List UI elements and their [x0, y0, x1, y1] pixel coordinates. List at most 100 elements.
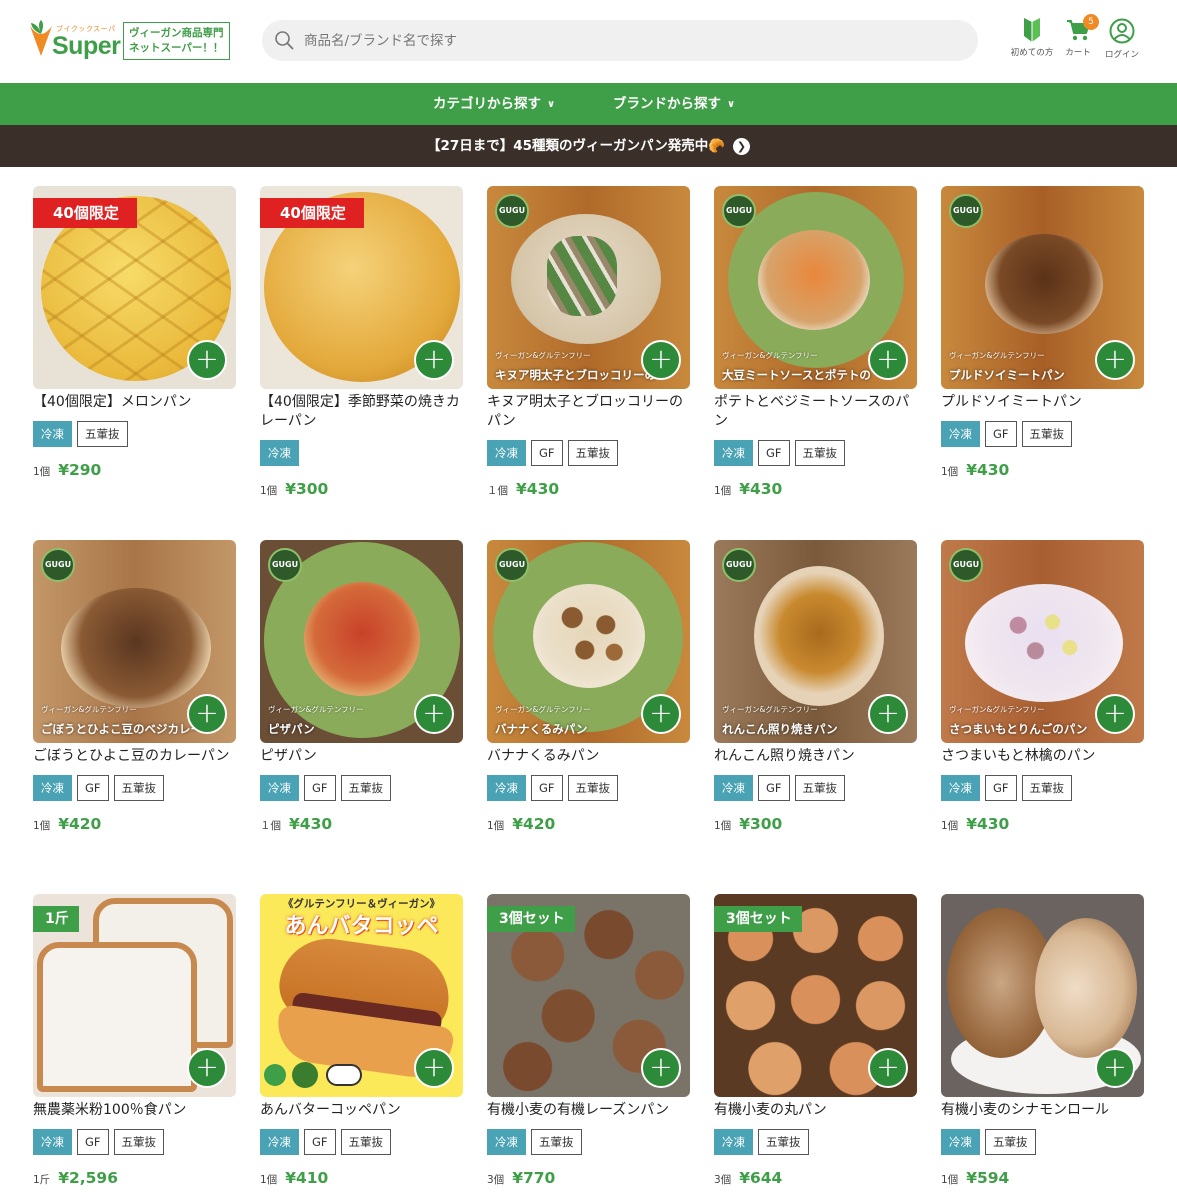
product-ribbon: 40個限定: [33, 198, 137, 228]
product-qty: 1個: [941, 1174, 959, 1186]
search-input[interactable]: [304, 20, 964, 61]
add-to-cart-button[interactable]: +: [1095, 340, 1135, 380]
search-bar[interactable]: [262, 20, 978, 61]
tag-frozen: 冷凍: [260, 1129, 299, 1155]
add-to-cart-button[interactable]: +: [187, 340, 227, 380]
product-name[interactable]: 【40個限定】メロンパン: [33, 393, 236, 412]
add-to-cart-button[interactable]: +: [641, 694, 681, 734]
image-product-caption: キヌア明太子とブロッコリーの: [495, 368, 656, 382]
product-name[interactable]: バナナくるみパン: [487, 747, 690, 766]
product-name[interactable]: ピザパン: [260, 747, 463, 766]
add-to-cart-button[interactable]: +: [641, 340, 681, 380]
login-label: ログイン: [1104, 50, 1139, 60]
beginner-link[interactable]: 初めての方: [1007, 18, 1057, 64]
chevron-down-icon: ∨: [547, 99, 556, 110]
product-name[interactable]: プルドソイミートパン: [941, 393, 1144, 412]
product-card[interactable]: GUGU ヴィーガン&グルテンフリー プルドソイミートパン + プルドソイミート…: [941, 186, 1144, 482]
product-card[interactable]: GUGU ヴィーガン&グルテンフリー れんこん照り焼きパン + れんこん照り焼き…: [714, 540, 917, 836]
add-to-cart-button[interactable]: +: [868, 1048, 908, 1088]
product-image[interactable]: 3個セット +: [714, 894, 917, 1097]
product-card[interactable]: GUGU ヴィーガン&グルテンフリー さつまいもとりんごのパン + さつまいもと…: [941, 540, 1144, 836]
add-to-cart-button[interactable]: +: [868, 694, 908, 734]
product-image[interactable]: GUGU ヴィーガン&グルテンフリー プルドソイミートパン +: [941, 186, 1144, 389]
product-image[interactable]: GUGU ヴィーガン&グルテンフリー キヌア明太子とブロッコリーの +: [487, 186, 690, 389]
product-price-row: 1個 ¥430: [714, 479, 917, 501]
add-to-cart-button[interactable]: +: [1095, 694, 1135, 734]
product-name[interactable]: さつまいもと林檎のパン: [941, 747, 1144, 766]
product-card[interactable]: GUGU ヴィーガン&グルテンフリー バナナくるみパン + バナナくるみパン 冷…: [487, 540, 690, 836]
image-product-caption: ピザパン: [268, 722, 315, 736]
product-price: ¥2,596: [58, 1169, 119, 1187]
product-qty: 1個: [941, 820, 959, 832]
product-name[interactable]: れんこん照り焼きパン: [714, 747, 917, 766]
product-image[interactable]: GUGU ヴィーガン&グルテンフリー さつまいもとりんごのパン +: [941, 540, 1144, 743]
tag-gf: GF: [531, 775, 563, 801]
add-to-cart-button[interactable]: +: [187, 694, 227, 734]
nav-category-dropdown[interactable]: カテゴリから探す ∨: [433, 83, 555, 125]
tag-gokun: 五葷抜: [794, 775, 846, 801]
product-qty: 1個: [33, 466, 51, 478]
product-name[interactable]: 無農薬米粉100％食パン: [33, 1101, 236, 1120]
product-card[interactable]: 3個セット + 有機小麦の有機レーズンパン 冷凍 五葷抜 3個 ¥770: [487, 894, 690, 1190]
product-image[interactable]: 40個限定 +: [260, 186, 463, 389]
promo-banner[interactable]: 【27日まで】45種類のヴィーガンパン発売中🥐 ❯: [0, 125, 1177, 167]
product-price: ¥644: [739, 1169, 783, 1187]
login-link[interactable]: ログイン: [1097, 18, 1147, 64]
gugu-brand-badge: GUGU: [495, 548, 529, 582]
product-image[interactable]: 40個限定 +: [33, 186, 236, 389]
product-image[interactable]: GUGU ヴィーガン&グルテンフリー ピザパン +: [260, 540, 463, 743]
product-image[interactable]: GUGU ヴィーガン&グルテンフリー ごぼうとひよこ豆のベジカレー +: [33, 540, 236, 743]
product-card[interactable]: 3個セット + 有機小麦の丸パン 冷凍 五葷抜 3個 ¥644: [714, 894, 917, 1190]
add-to-cart-button[interactable]: +: [414, 1048, 454, 1088]
product-image[interactable]: 3個セット +: [487, 894, 690, 1097]
add-to-cart-button[interactable]: +: [414, 694, 454, 734]
product-image[interactable]: GUGU ヴィーガン&グルテンフリー れんこん照り焼きパン +: [714, 540, 917, 743]
product-price: ¥300: [739, 815, 783, 833]
tag-gokun: 五葷抜: [567, 440, 619, 466]
product-name[interactable]: 有機小麦の丸パン: [714, 1101, 917, 1120]
add-to-cart-button[interactable]: +: [868, 340, 908, 380]
product-card[interactable]: GUGU ヴィーガン&グルテンフリー キヌア明太子とブロッコリーの + キヌア明…: [487, 186, 690, 501]
product-price-row: 1個 ¥290: [33, 460, 236, 482]
product-image[interactable]: GUGU ヴィーガン&グルテンフリー 大豆ミートソースとポテトの +: [714, 186, 917, 389]
product-tags: 冷凍 GF 五葷抜: [260, 1129, 463, 1155]
product-name[interactable]: あんバターコッペパン: [260, 1101, 463, 1120]
product-name[interactable]: 有機小麦のシナモンロール: [941, 1101, 1144, 1120]
product-card[interactable]: 40個限定 + 【40個限定】メロンパン 冷凍 五葷抜 1個 ¥290: [33, 186, 236, 482]
product-name[interactable]: ごぼうとひよこ豆のカレーパン: [33, 747, 236, 766]
product-name[interactable]: ポテトとベジミートソースのパン: [714, 393, 917, 431]
product-price: ¥770: [512, 1169, 556, 1187]
product-card[interactable]: 1斤 + 無農薬米粉100％食パン 冷凍 GF 五葷抜 1斤 ¥2,596: [33, 894, 236, 1190]
product-name[interactable]: 有機小麦の有機レーズンパン: [487, 1101, 690, 1120]
product-image[interactable]: GUGU ヴィーガン&グルテンフリー バナナくるみパン +: [487, 540, 690, 743]
product-card[interactable]: + 有機小麦のシナモンロール 冷凍 五葷抜 1個 ¥594: [941, 894, 1144, 1190]
product-card[interactable]: 40個限定 + 【40個限定】季節野菜の焼きカレーパン 冷凍 1個 ¥300: [260, 186, 463, 501]
product-price: ¥420: [58, 815, 102, 833]
image-product-caption: プルドソイミートパン: [949, 368, 1065, 382]
image-brand-caption: ヴィーガン&グルテンフリー: [949, 351, 1045, 360]
product-card[interactable]: GUGU ヴィーガン&グルテンフリー ごぼうとひよこ豆のベジカレー + ごぼうと…: [33, 540, 236, 836]
cart-link[interactable]: 5 カート: [1053, 14, 1103, 64]
product-card[interactable]: GUGU ヴィーガン&グルテンフリー 大豆ミートソースとポテトの + ポテトとベ…: [714, 186, 917, 501]
product-card[interactable]: 《グルテンフリー＆ヴィーガン》 あんバタコッペ + あんバターコッペパン 冷凍 G…: [260, 894, 463, 1190]
product-name[interactable]: キヌア明太子とブロッコリーのパン: [487, 393, 690, 431]
add-to-cart-button[interactable]: +: [187, 1048, 227, 1088]
add-to-cart-button[interactable]: +: [641, 1048, 681, 1088]
product-image[interactable]: 《グルテンフリー＆ヴィーガン》 あんバタコッペ +: [260, 894, 463, 1097]
image-brand-caption: ヴィーガン&グルテンフリー: [495, 705, 591, 714]
tag-gokun: 五葷抜: [758, 1129, 809, 1155]
tagline-box: ヴィーガン商品専門 ネットスーパー！！: [123, 22, 230, 60]
product-image[interactable]: 1斤 +: [33, 894, 236, 1097]
site-logo[interactable]: ブイクックスーパー Super: [28, 20, 121, 62]
nav-brand-dropdown[interactable]: ブランドから探す ∨: [613, 83, 735, 125]
product-price: ¥430: [966, 461, 1010, 479]
add-to-cart-button[interactable]: +: [1095, 1048, 1135, 1088]
product-tags: 冷凍 GF 五葷抜: [33, 1129, 236, 1155]
product-tags: 冷凍 GF 五葷抜: [260, 775, 463, 801]
product-card[interactable]: GUGU ヴィーガン&グルテンフリー ピザパン + ピザパン 冷凍 GF 五葷抜 １…: [260, 540, 463, 836]
vegan-icon: [292, 1062, 318, 1088]
product-name[interactable]: 【40個限定】季節野菜の焼きカレーパン: [260, 393, 463, 431]
tag-gokun: 五葷抜: [113, 1129, 165, 1155]
product-image[interactable]: +: [941, 894, 1144, 1097]
add-to-cart-button[interactable]: +: [414, 340, 454, 380]
